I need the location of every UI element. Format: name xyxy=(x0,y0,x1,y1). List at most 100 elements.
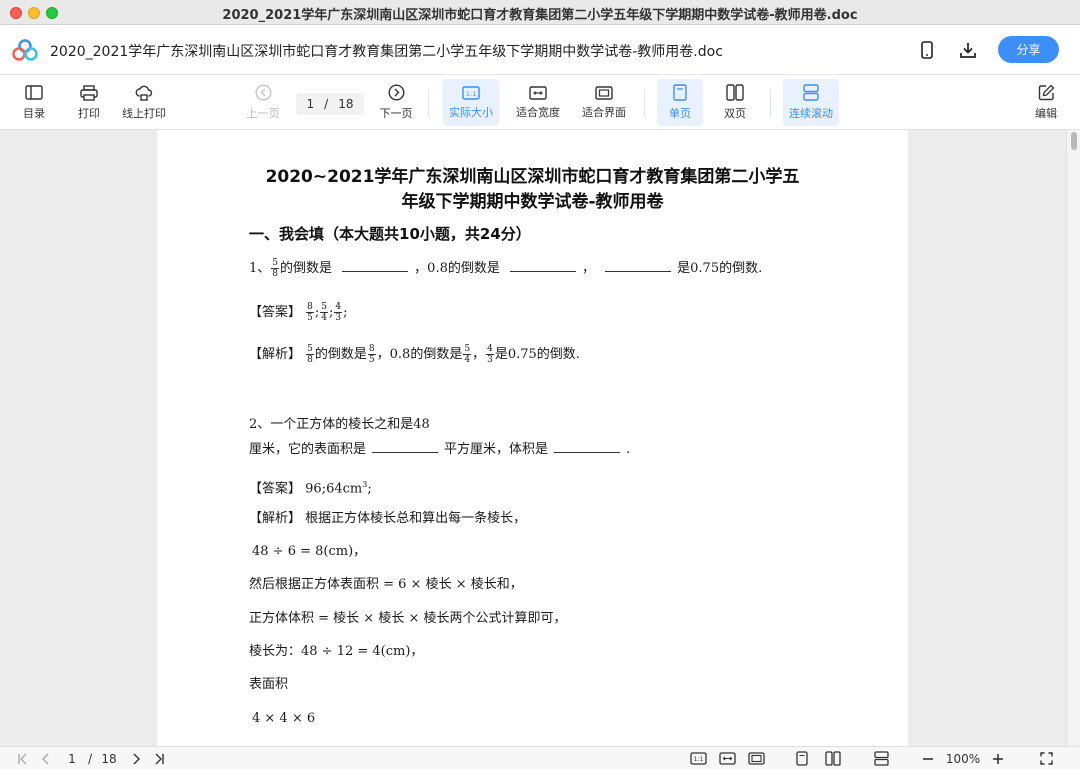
continuous-scroll-button[interactable]: 连续滚动 xyxy=(783,79,839,126)
edit-icon xyxy=(1038,84,1054,101)
continuous-scroll-label: 连续滚动 xyxy=(789,107,833,120)
edit-button[interactable]: 编辑 xyxy=(1028,79,1064,126)
fraction: 54 xyxy=(320,302,329,323)
actual-size-button[interactable]: 1:1 实际大小 xyxy=(443,79,499,126)
phone-icon[interactable] xyxy=(916,39,938,61)
answer-2: 【答案】 96;64cm3; xyxy=(249,480,372,497)
document-page: 2020~2021学年广东深圳南山区深圳市蛇口育才教育集团第二小学五 年级下学期… xyxy=(157,130,908,746)
actual-size-label: 实际大小 xyxy=(449,105,493,119)
first-page-icon[interactable] xyxy=(14,750,32,767)
q1-text: 的倒数是 xyxy=(280,261,333,276)
double-page-button[interactable]: 双页 xyxy=(713,79,757,126)
online-print-button[interactable]: 线上打印 xyxy=(118,79,170,126)
fit-window-icon[interactable] xyxy=(746,750,766,767)
toc-icon xyxy=(25,84,43,100)
zoom-out-button[interactable] xyxy=(919,750,937,767)
edit-label: 编辑 xyxy=(1035,107,1057,120)
share-button[interactable]: 分享 xyxy=(998,36,1059,63)
status-total-pages: 18 xyxy=(101,751,117,766)
current-page: 1 xyxy=(306,97,315,111)
print-button[interactable]: 打印 xyxy=(70,79,108,126)
single-page-icon[interactable] xyxy=(793,750,811,767)
fraction: 58 xyxy=(271,258,280,279)
fit-width-icon[interactable] xyxy=(717,750,737,767)
prev-page-button[interactable]: 上一页 xyxy=(243,79,283,126)
zoom-level[interactable]: 100% xyxy=(943,750,983,767)
answer-blank xyxy=(372,441,439,453)
question-1: 1、 5 8 的倒数是 ，0.8的倒数是 ， 是0.75的倒数. xyxy=(249,258,762,279)
fraction: 43 xyxy=(486,344,494,365)
page-separator: / xyxy=(324,97,329,111)
scrollbar-thumb[interactable] xyxy=(1071,132,1077,150)
fit-width-icon xyxy=(529,85,547,100)
online-print-label: 线上打印 xyxy=(122,106,166,120)
q1-text: 是0.75的倒数. xyxy=(677,261,763,276)
app-logo-icon xyxy=(12,39,38,61)
zoom-in-button[interactable] xyxy=(989,750,1007,767)
window-titlebar: 2020_2021学年广东深圳南山区深圳市蛇口育才教育集团第二小学五年级下学期期… xyxy=(0,0,1080,25)
double-page-label: 双页 xyxy=(724,107,746,120)
next-page-button[interactable]: 下一页 xyxy=(376,79,416,126)
answer-blank xyxy=(605,260,672,272)
fit-window-icon xyxy=(595,85,613,100)
fit-window-button[interactable]: 适合界面 xyxy=(577,79,631,126)
app-header: 2020_2021学年广东深圳南山区深圳市蛇口育才教育集团第二小学五年级下学期期… xyxy=(0,25,1080,75)
answer-blank xyxy=(342,260,409,272)
actual-size-icon: 1:1 xyxy=(462,85,480,100)
actual-size-icon[interactable]: 1:1 xyxy=(688,750,708,767)
fraction: 58 xyxy=(306,344,314,365)
window-title: 2020_2021学年广东深圳南山区深圳市蛇口育才教育集团第二小学五年级下学期期… xyxy=(222,8,858,23)
svg-text:1:1: 1:1 xyxy=(466,90,476,98)
download-icon[interactable] xyxy=(957,39,979,61)
vertical-scrollbar[interactable] xyxy=(1066,130,1080,746)
document-title: 2020_2021学年广东深圳南山区深圳市蛇口育才教育集团第二小学五年级下学期期… xyxy=(50,44,723,60)
toc-button[interactable]: 目录 xyxy=(14,79,54,126)
calc-line: 表面积 xyxy=(249,677,289,692)
fit-width-button[interactable]: 适合宽度 xyxy=(511,79,565,126)
fullscreen-icon[interactable] xyxy=(1037,750,1055,767)
explanation-label: 【解析】 xyxy=(249,511,302,526)
calc-line: 正方体体积 = 棱长 × 棱长 × 棱长两个公式计算即可， xyxy=(249,611,567,626)
calc-line: 棱长为：48 ÷ 12 = 4(cm)， xyxy=(249,644,424,659)
explanation-2: 【解析】 根据正方体棱长总和算出每一条棱长， xyxy=(249,511,527,526)
explanation-label: 【解析】 xyxy=(249,347,302,362)
document-viewport[interactable]: 2020~2021学年广东深圳南山区深圳市蛇口育才教育集团第二小学五 年级下学期… xyxy=(0,130,1080,746)
toolbar-divider xyxy=(428,89,429,117)
next-page-icon[interactable] xyxy=(128,750,144,767)
fit-width-label: 适合宽度 xyxy=(516,105,560,119)
answer-1: 【答案】 8 5; 5 4; 4 3; xyxy=(249,302,348,323)
single-page-button[interactable]: 单页 xyxy=(657,79,703,126)
cloud-print-icon xyxy=(135,85,153,101)
page-number-input[interactable]: 1 / 18 xyxy=(296,93,364,115)
next-page-label: 下一页 xyxy=(379,107,413,120)
status-page-separator: / xyxy=(87,751,93,766)
fit-window-label: 适合界面 xyxy=(582,105,626,119)
toolbar: 目录 打印 线上打印 上一页 1 / 18 下一页 1:1 实际大小 适合宽度 … xyxy=(0,75,1080,130)
double-page-icon[interactable] xyxy=(823,750,843,767)
explanation-1: 【解析】 5 8 的倒数是 8 5 ，0.8的倒数是 5 4， 4 3 是0.75的倒数. xyxy=(249,344,580,365)
svg-text:1:1: 1:1 xyxy=(693,756,703,763)
toolbar-divider xyxy=(644,89,645,117)
single-page-icon xyxy=(673,84,687,101)
calc-line: 48 ÷ 6 = 8(cm)， xyxy=(252,544,367,559)
status-current-page[interactable]: 1 xyxy=(64,750,80,767)
q1-number: 1、 xyxy=(249,261,271,276)
prev-page-icon[interactable] xyxy=(38,750,54,767)
q1-text: ，0.8的倒数是 xyxy=(414,261,500,276)
fraction: 85 xyxy=(367,344,376,365)
chevron-left-circle-icon xyxy=(254,84,272,101)
toolbar-divider xyxy=(770,89,771,117)
continuous-scroll-icon[interactable] xyxy=(871,750,891,767)
calc-line: 然后根据正方体表面积 = 6 × 棱长 × 棱长和， xyxy=(249,577,523,592)
calc-line: 4 × 4 × 6 xyxy=(252,711,316,726)
double-page-icon xyxy=(726,84,744,101)
single-page-label: 单页 xyxy=(669,107,691,120)
status-bar: 1 / 18 1:1 100% xyxy=(0,746,1080,769)
answer-blank xyxy=(554,441,621,453)
answer-label: 【答案】 xyxy=(249,305,302,320)
fraction: 54 xyxy=(463,344,472,365)
fraction: 85 xyxy=(306,302,314,323)
total-pages: 18 xyxy=(338,97,354,111)
last-page-icon[interactable] xyxy=(150,750,168,767)
answer-label: 【答案】 xyxy=(249,481,302,497)
